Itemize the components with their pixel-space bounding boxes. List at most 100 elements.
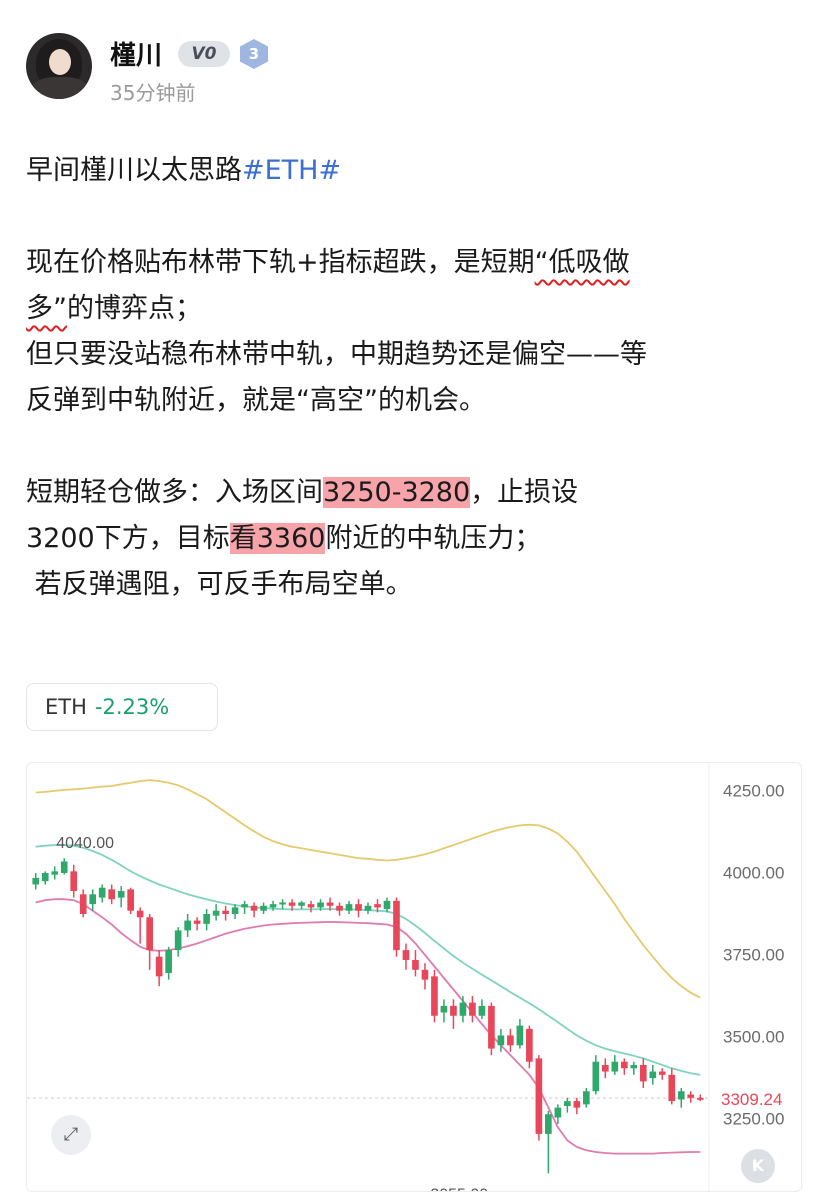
- post-line: 但只要没站稳布林带中轨，中期趋势还是偏空——等: [26, 339, 647, 370]
- candle-body: [326, 902, 334, 906]
- candle-body: [564, 1101, 571, 1107]
- candle-body: [374, 904, 381, 908]
- candle-body: [459, 1002, 467, 1016]
- candle-body: [165, 950, 172, 974]
- candle-body: [573, 1101, 581, 1108]
- candle-body: [583, 1091, 590, 1105]
- candle-body: [222, 910, 229, 914]
- highlight-entry-range: 3250-3280: [323, 477, 471, 508]
- candle-body: [51, 871, 59, 875]
- candle-body: [431, 976, 438, 1016]
- candle-body: [639, 1064, 647, 1082]
- wavy-underline-text: 多”: [26, 293, 67, 324]
- candle-body: [345, 904, 353, 911]
- candle-body: [298, 902, 305, 906]
- candle-body: [620, 1061, 628, 1069]
- candle-body: [488, 1005, 495, 1049]
- ticker-chip[interactable]: ETH -2.23%: [26, 683, 218, 731]
- candle-body: [611, 1061, 619, 1072]
- candle-body: [526, 1028, 533, 1062]
- candle-body: [89, 894, 97, 905]
- candle-body: [592, 1061, 600, 1092]
- candle-body: [279, 902, 286, 905]
- candle-body: [184, 920, 191, 931]
- candlestick-chart: 4250.00 4000.00 3750.00 3500.00 3250.003309.…: [27, 763, 801, 1192]
- wavy-underline-text: “低吸做: [534, 247, 630, 278]
- candle-body: [193, 920, 201, 924]
- candle-body: [127, 889, 134, 911]
- candle-body: [269, 904, 277, 908]
- candle-body: [469, 1002, 476, 1016]
- candle-body: [146, 917, 153, 951]
- candle-body: [545, 1114, 552, 1134]
- candle-body: [602, 1064, 609, 1072]
- hashtag-link[interactable]: #ETH#: [242, 155, 341, 186]
- high-label: 4040.00: [56, 835, 114, 852]
- candle-body: [317, 902, 324, 908]
- expand-icon[interactable]: ⤢: [51, 1115, 91, 1155]
- candle-body: [203, 913, 210, 924]
- candle-body: [336, 905, 343, 911]
- current-price-label: 3309.24: [721, 1090, 782, 1109]
- candle-body: [231, 907, 239, 914]
- price-chart[interactable]: 4250.00 4000.00 3750.00 3500.00 3250.00 3309.…: [26, 762, 802, 1192]
- candle-body: [241, 904, 248, 908]
- candle-body: [288, 902, 296, 906]
- ticker-change: -2.23%: [94, 695, 170, 719]
- candle-body: [60, 861, 68, 873]
- candle-body: [478, 1005, 486, 1016]
- candle-body: [649, 1071, 657, 1079]
- skip-icon[interactable]: K: [741, 1149, 775, 1183]
- candle-body: [696, 1097, 704, 1100]
- candle-body: [32, 877, 40, 885]
- bollinger-middle-band: [35, 844, 701, 1076]
- candle-body: [554, 1107, 562, 1118]
- post-line: 现在价格贴布林带下轨+指标超跌，是短期“低吸做: [26, 247, 630, 278]
- y-tick-label: 3500.00: [723, 1027, 784, 1046]
- low-label: 3055.00: [430, 1187, 488, 1192]
- y-tick-label: 4250.00: [723, 781, 784, 800]
- candle-body: [412, 959, 419, 970]
- candle-body: [658, 1071, 666, 1075]
- level-badge: 3: [240, 39, 268, 69]
- candle-body: [535, 1058, 543, 1134]
- candle-body: [79, 894, 87, 914]
- candle-body: [98, 887, 106, 898]
- candle-body: [70, 871, 78, 892]
- candle-body: [136, 910, 144, 918]
- post-body: 早间槿川以太思路#ETH# 现在价格贴布林带下轨+指标超跌，是短期“低吸做 多”…: [26, 148, 806, 608]
- post-line: 多”的博弈点；: [26, 293, 202, 324]
- y-tick-label: 3750.00: [723, 945, 784, 964]
- bollinger-lower-band: [35, 898, 701, 1155]
- candle-body: [108, 889, 116, 900]
- y-tick-label: 3250.00: [723, 1110, 784, 1129]
- candle-body: [260, 905, 267, 911]
- vip-badge: V0: [178, 41, 230, 67]
- candle-body: [440, 1005, 448, 1013]
- candle-body: [393, 900, 400, 951]
- post-time: 35分钟前: [110, 81, 196, 105]
- candle-body: [41, 872, 49, 882]
- y-tick-label: 4000.00: [723, 863, 784, 882]
- candle-body: [450, 1005, 457, 1016]
- post-line: 3200下方，目标看3360附近的中轨压力；: [26, 523, 542, 554]
- post-header: 槿川 V0 3 35分钟前: [26, 33, 802, 109]
- candle-body: [307, 904, 315, 908]
- username[interactable]: 槿川: [110, 35, 162, 72]
- candle-body: [630, 1064, 638, 1069]
- candle-body: [174, 930, 182, 951]
- ticker-symbol: ETH: [45, 695, 87, 719]
- candle-body: [687, 1094, 695, 1098]
- highlight-target: 看3360: [229, 523, 326, 554]
- bollinger-upper-band: [35, 779, 701, 999]
- avatar[interactable]: [26, 33, 92, 99]
- candle-body: [117, 891, 125, 898]
- candle-body: [677, 1091, 685, 1100]
- post-line: 反弹到中轨附近，就是“高空”的机会。: [26, 385, 486, 416]
- candle-body: [507, 1035, 514, 1046]
- candle-body: [383, 900, 391, 910]
- post-line: 若反弹遇阻，可反手布局空单。: [34, 569, 413, 600]
- candle-body: [668, 1074, 676, 1102]
- post-line: 早间槿川以太思路#ETH#: [26, 155, 342, 186]
- candle-body: [497, 1035, 505, 1046]
